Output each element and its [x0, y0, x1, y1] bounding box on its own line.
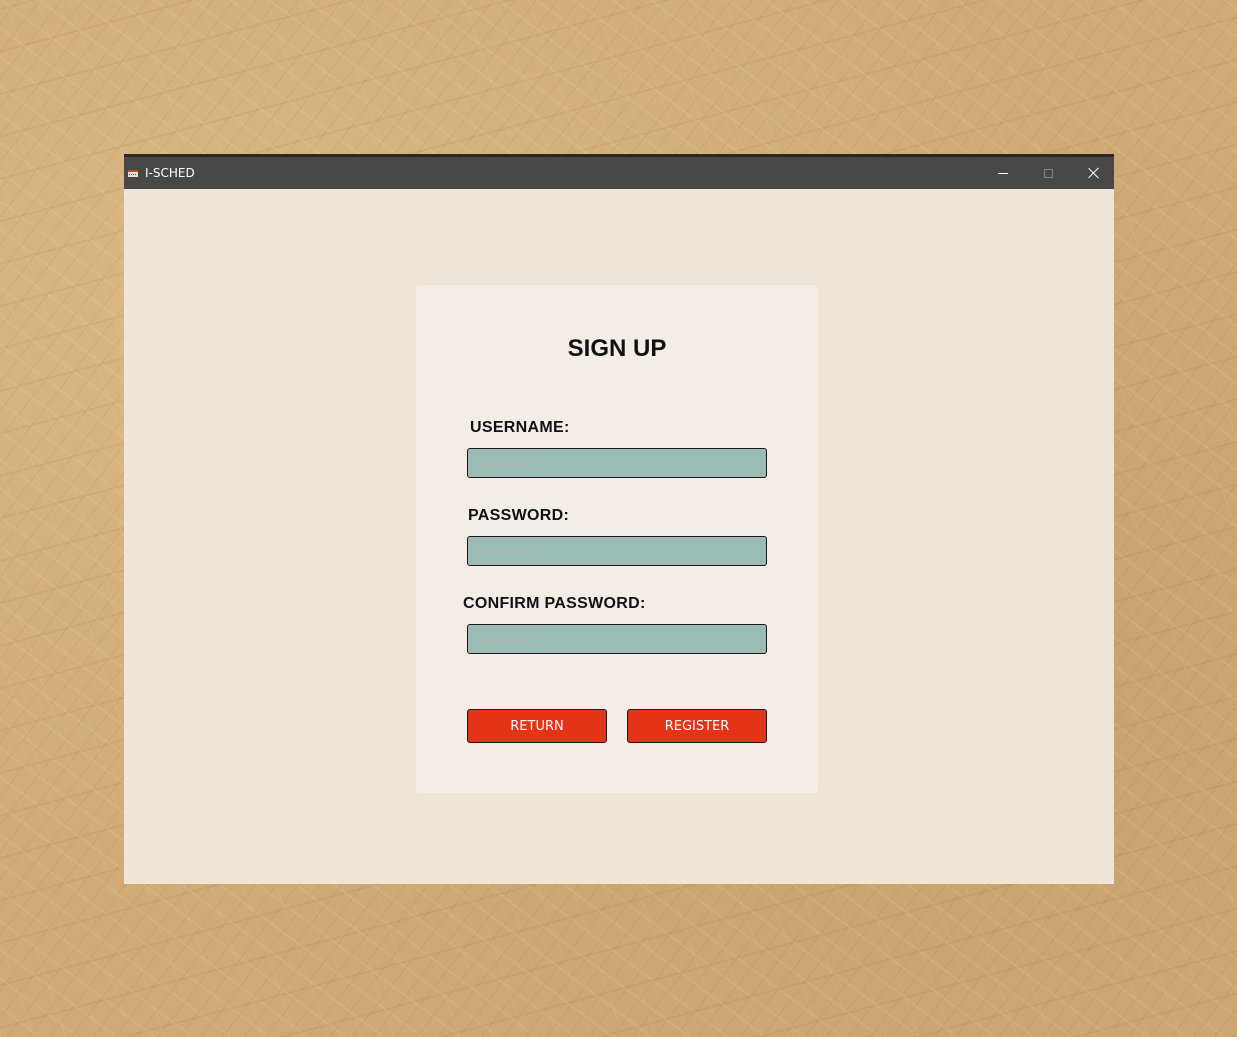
maximize-button[interactable] [1025, 157, 1071, 189]
password-label: PASSWORD: [468, 507, 570, 524]
confirm-password-input[interactable] [467, 624, 767, 654]
minimize-icon [998, 172, 1008, 174]
username-input[interactable] [467, 448, 767, 478]
close-button[interactable] [1071, 157, 1117, 189]
app-window: I-SCHED SIGN UP USERNAME: PASSWORD: CONF… [124, 154, 1114, 884]
return-button[interactable]: RETURN [467, 709, 607, 743]
register-button[interactable]: REGISTER [627, 709, 767, 743]
password-input[interactable] [467, 536, 767, 566]
window-title: I-SCHED [145, 166, 195, 180]
username-label: USERNAME: [470, 419, 570, 436]
maximize-icon [1043, 168, 1053, 178]
minimize-button[interactable] [980, 157, 1026, 189]
title-bar[interactable]: I-SCHED [124, 154, 1114, 189]
calendar-icon [128, 170, 138, 177]
close-icon [1088, 167, 1100, 179]
page-title: SIGN UP [567, 335, 667, 362]
signup-card: SIGN UP USERNAME: PASSWORD: CONFIRM PASS… [416, 285, 818, 793]
confirm-password-label: CONFIRM PASSWORD: [463, 595, 646, 612]
